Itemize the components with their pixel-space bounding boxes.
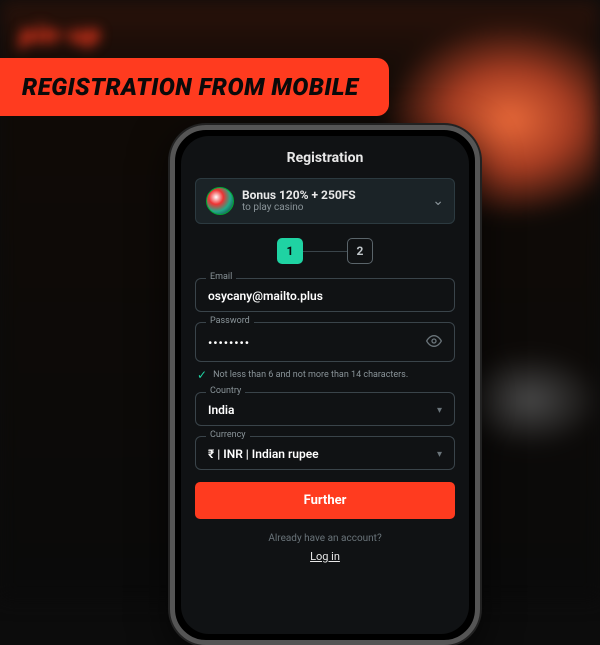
chevron-down-icon: ▾ (437, 405, 442, 416)
password-hint: ✓ Not less than 6 and not more than 14 c… (197, 368, 455, 382)
casino-chips-icon (206, 187, 234, 215)
password-value: •••••••• (208, 336, 250, 350)
login-link[interactable]: Log in (195, 550, 455, 563)
check-icon: ✓ (197, 368, 207, 382)
chevron-down-icon: ▾ (437, 449, 442, 460)
phone-frame: Registration Bonus 120% + 250FS to play … (170, 125, 480, 645)
step-indicator: 1 2 (195, 238, 455, 264)
country-value: India (208, 403, 234, 417)
currency-value: ₹ | INR | Indian rupee (208, 447, 319, 461)
currency-select[interactable]: Currency ₹ | INR | Indian rupee ▾ (195, 436, 455, 470)
bonus-text: Bonus 120% + 250FS to play casino (242, 188, 424, 214)
further-button[interactable]: Further (195, 482, 455, 519)
already-text: Already have an account? (195, 533, 455, 544)
email-label: Email (206, 272, 236, 282)
email-field[interactable]: Email osycany@mailto.plus (195, 278, 455, 312)
overlay-banner: REGISTRATION FROM MOBILE (0, 58, 389, 116)
country-label: Country (206, 386, 245, 396)
email-value: osycany@mailto.plus (208, 289, 442, 303)
password-label: Password (206, 316, 254, 326)
step-connector (303, 251, 347, 252)
step-2[interactable]: 2 (347, 238, 373, 264)
step-1: 1 (277, 238, 303, 264)
bonus-title: Bonus 120% + 250FS (242, 188, 424, 202)
eye-icon[interactable] (426, 333, 442, 353)
page-title: Registration (195, 150, 455, 166)
bonus-subtitle: to play casino (242, 202, 424, 214)
phone-screen: Registration Bonus 120% + 250FS to play … (181, 136, 469, 634)
country-select[interactable]: Country India ▾ (195, 392, 455, 426)
password-field[interactable]: Password •••••••• (195, 322, 455, 362)
bonus-selector[interactable]: Bonus 120% + 250FS to play casino ⌄ (195, 178, 455, 224)
bg-brand-logo: pin-up (20, 20, 101, 50)
hint-text: Not less than 6 and not more than 14 cha… (213, 370, 408, 380)
chevron-down-icon: ⌄ (432, 193, 444, 209)
currency-label: Currency (206, 430, 250, 440)
